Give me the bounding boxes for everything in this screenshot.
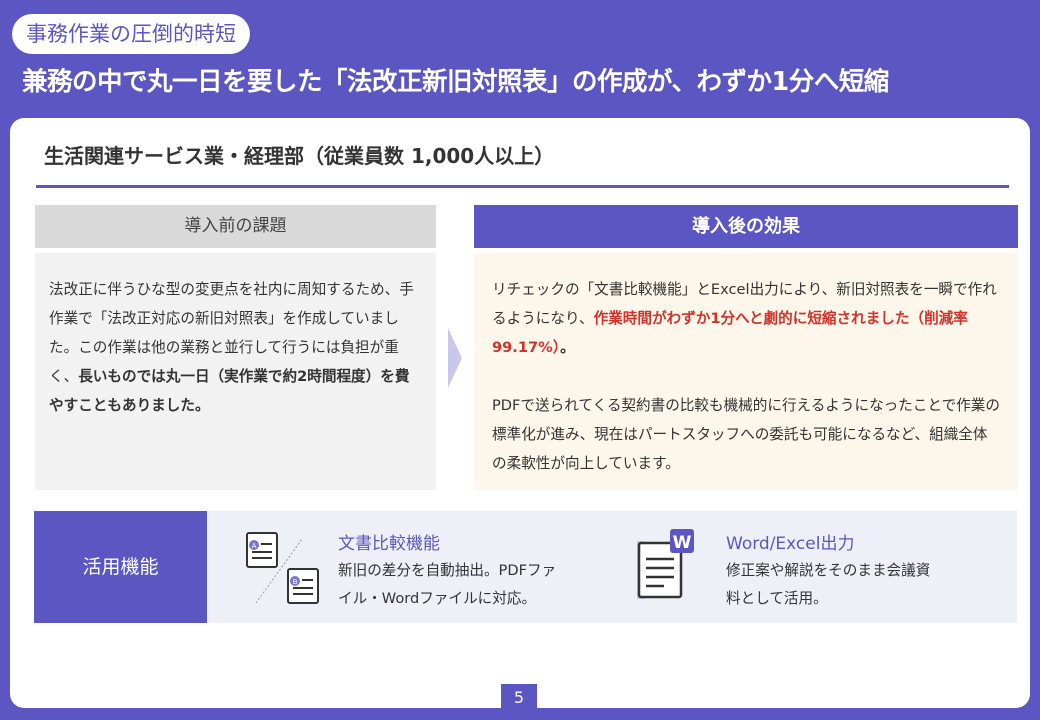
document-compare-icon: A B — [246, 532, 319, 604]
feature-export-desc-2: 料として活用。 — [726, 590, 828, 607]
badge-b: B — [293, 578, 298, 586]
feature-export-desc: 修正案や解説をそのまま会議資 料として活用。 — [726, 557, 930, 613]
feature-compare-desc-1: 新旧の差分を自動抽出。PDFファ — [338, 562, 557, 579]
page-headline: 兼務の中で丸一日を要した「法改正新旧対照表」の作成が、わずか1分へ短縮 — [22, 67, 889, 97]
after-heading: 導入後の効果 — [474, 205, 1018, 248]
arrow-right-icon — [448, 328, 462, 388]
badge-a: A — [252, 542, 257, 550]
after-body: リチェックの「文書比較機能」とExcel出力により、新旧対照表を一瞬で作れるよう… — [474, 253, 1018, 490]
features-bar: 活用機能 A B 文書比較機能 新旧の差分を自動抽出。PDFファ イル・Word… — [34, 511, 1017, 623]
word-document-icon: W — [637, 529, 694, 599]
content-card: 生活関連サービス業・経理部（従業員数 1,000人以上） 導入前の課題 法改正に… — [10, 118, 1030, 708]
feature-compare-desc-2: イル・Wordファイルに対応。 — [338, 590, 537, 607]
badge-w: W — [673, 533, 692, 553]
after-paragraph-1: リチェックの「文書比較機能」とExcel出力により、新旧対照表を一瞬で作れるよう… — [492, 275, 1002, 362]
category-tag: 事務作業の圧倒的時短 — [12, 14, 250, 54]
page-number: 5 — [501, 684, 537, 712]
feature-export-desc-1: 修正案や解説をそのまま会議資 — [726, 562, 931, 579]
before-heading: 導入前の課題 — [35, 205, 436, 248]
feature-export-title: Word/Excel出力 — [726, 534, 855, 554]
feature-compare-desc: 新旧の差分を自動抽出。PDFファ イル・Wordファイルに対応。 — [338, 557, 556, 613]
feature-compare-title: 文書比較機能 — [338, 534, 440, 554]
before-body: 法改正に伴うひな型の変更点を社内に周知するため、手作業で「法改正対応の新旧対照表… — [35, 253, 436, 490]
before-bold-text: 長いものでは丸一日（実作業で約2時間程度）を費やすこともありました。 — [49, 368, 410, 414]
after-p1-end: 。 — [560, 339, 575, 356]
title-divider — [36, 185, 1009, 188]
after-paragraph-2: PDFで送られてくる契約書の比較も機械的に行えるようになったことで作業の標準化が… — [492, 397, 1000, 472]
case-title: 生活関連サービス業・経理部（従業員数 1,000人以上） — [44, 144, 555, 168]
features-label: 活用機能 — [34, 511, 207, 623]
